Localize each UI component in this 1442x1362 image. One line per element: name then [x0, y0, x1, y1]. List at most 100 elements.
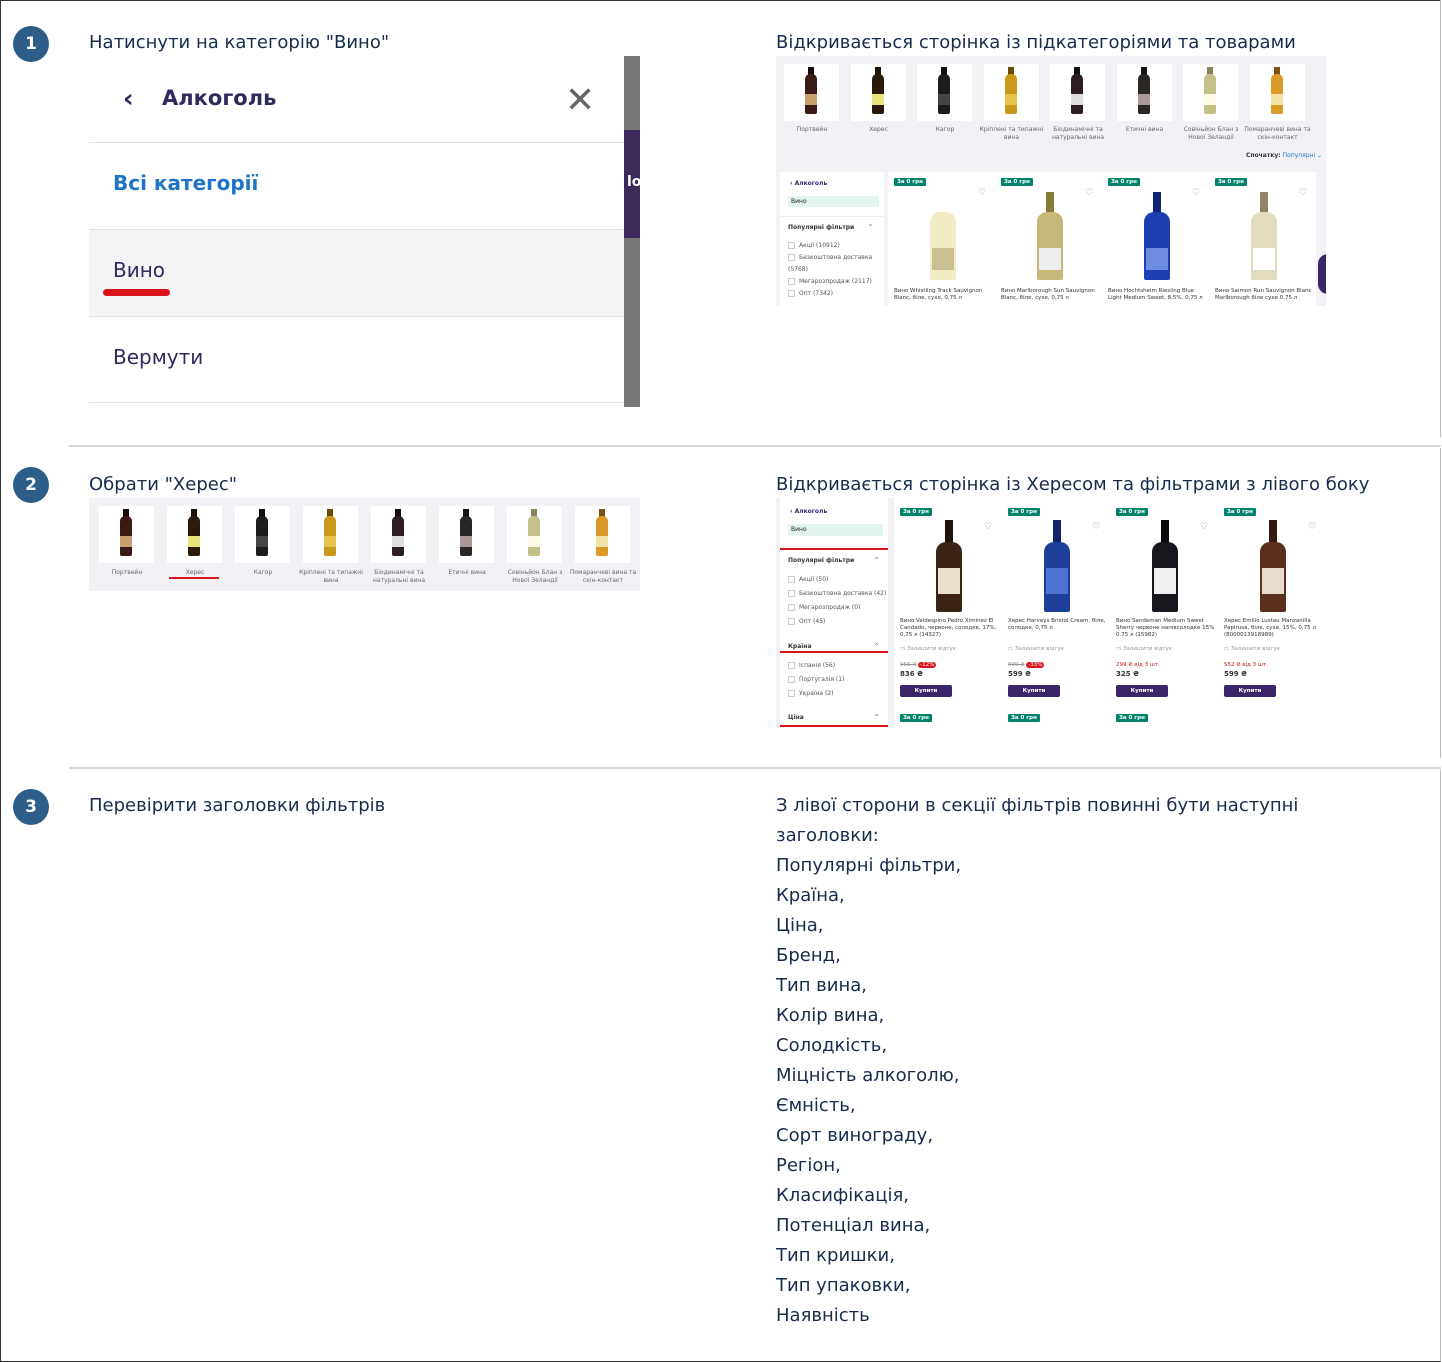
- chevron-left-icon[interactable]: ‹: [123, 84, 134, 114]
- subcategory-card[interactable]: [167, 506, 222, 563]
- filter-group-title[interactable]: Популярні фільтри: [788, 224, 854, 231]
- category-chip[interactable]: Вино: [788, 524, 883, 536]
- expected-result-line: Сорт винограду,: [776, 1125, 934, 1146]
- bottle-image: [303, 506, 358, 563]
- review-label: Залишити відгук: [1014, 646, 1065, 652]
- review-link[interactable]: ▭ Залишити відгук: [1224, 646, 1280, 653]
- heart-icon[interactable]: ♡: [1085, 188, 1093, 198]
- filter-group-title[interactable]: Популярні фільтри: [788, 557, 854, 564]
- heart-icon[interactable]: ♡: [1200, 522, 1208, 532]
- heart-icon[interactable]: ♡: [1092, 522, 1100, 532]
- heart-icon[interactable]: ♡: [1192, 188, 1200, 198]
- checkbox[interactable]: [788, 590, 795, 597]
- promo-tag: За 0 грн: [1001, 178, 1033, 186]
- subcategory-card[interactable]: [1050, 64, 1105, 121]
- product-title[interactable]: Вино Hochtsheim Riesling Blue Light Medi…: [1108, 288, 1208, 302]
- subcategory-card[interactable]: [784, 64, 839, 121]
- menu-item-all-categories[interactable]: Всі категорії: [89, 142, 625, 229]
- chevron-up-icon[interactable]: ^: [874, 714, 879, 721]
- product-title[interactable]: Вино Marlborough Sun Sauvignon Blanc, бі…: [1001, 288, 1101, 302]
- product-image[interactable]: [1044, 520, 1070, 612]
- filter-option[interactable]: Безкоштовна доставка (5768): [788, 252, 878, 276]
- step-action: Натиснути на категорію "Вино": [89, 32, 390, 53]
- review-link[interactable]: ▭ Залишити відгук: [1116, 646, 1172, 653]
- subcategory-label: Портвейн: [111, 569, 143, 576]
- product-image[interactable]: [1037, 192, 1063, 280]
- product-title[interactable]: Херес Emilio Lustau Manzanilla Papirusa,…: [1224, 618, 1324, 639]
- subcategory-card[interactable]: [235, 506, 290, 563]
- checkbox[interactable]: [788, 576, 795, 583]
- close-icon[interactable]: ✕: [565, 80, 595, 121]
- filter-option[interactable]: Опт (7342): [788, 288, 878, 300]
- expected-result-line: Класифікація,: [776, 1185, 910, 1206]
- subcategory-card[interactable]: [983, 64, 1039, 121]
- filter-option[interactable]: Акції (50): [788, 573, 886, 587]
- chevron-up-icon[interactable]: ^: [868, 224, 873, 231]
- product-title[interactable]: Вино Valdespino Pedro Ximinez El Candado…: [900, 618, 1000, 639]
- subcategory-card[interactable]: [1116, 64, 1172, 121]
- subcategory-card[interactable]: [303, 506, 358, 563]
- subcategory-card[interactable]: [507, 506, 562, 563]
- product-image[interactable]: [930, 192, 956, 280]
- checkbox[interactable]: [788, 242, 795, 249]
- menu-item-vermouth[interactable]: Вермути: [89, 316, 625, 403]
- checkbox[interactable]: [788, 604, 795, 611]
- breadcrumb[interactable]: ‹ Алкоголь: [790, 508, 827, 515]
- filter-option[interactable]: Мегарозпродаж (0): [788, 601, 886, 615]
- checkbox[interactable]: [788, 662, 795, 669]
- heart-icon[interactable]: ♡: [984, 522, 992, 532]
- heart-icon[interactable]: ♡: [978, 188, 986, 198]
- product-title[interactable]: Вино Whistling Track Sauvignon Blanc, бі…: [894, 288, 994, 302]
- filter-option[interactable]: Україна (2): [788, 687, 844, 701]
- product-image[interactable]: [1260, 520, 1286, 612]
- product-grid: За 0 грн ♡ Вино Whistling Track Sauvignon …: [888, 172, 1316, 306]
- sort-control[interactable]: Спочатку: Популярні ⌄: [1246, 152, 1322, 159]
- filter-group-title[interactable]: Ціна: [788, 714, 804, 721]
- filter-option[interactable]: Акції (10912): [788, 240, 878, 252]
- subcategory-card[interactable]: [1249, 64, 1305, 121]
- buy-button[interactable]: Купити: [1116, 685, 1168, 697]
- product-title[interactable]: Вино Saimon Run Sauvignon Blanc Marlboro…: [1215, 288, 1315, 302]
- filter-option[interactable]: Іспанія (56): [788, 659, 844, 673]
- subcategory-card[interactable]: [1183, 64, 1238, 121]
- heart-icon[interactable]: ♡: [1299, 188, 1307, 198]
- subcategory-card[interactable]: [850, 64, 906, 121]
- side-tab[interactable]: [1318, 254, 1326, 294]
- table-border: [1440, 770, 1441, 1360]
- subcategory-card[interactable]: [371, 506, 426, 563]
- product-title[interactable]: Херес Harveys Bristol Cream, біле, солод…: [1008, 618, 1108, 632]
- subcategory-card[interactable]: [917, 64, 972, 121]
- product-image[interactable]: [936, 520, 962, 612]
- subcategory-card[interactable]: [575, 506, 630, 563]
- checkbox[interactable]: [788, 676, 795, 683]
- filter-group-title[interactable]: Країна: [788, 643, 812, 650]
- product-image[interactable]: [1251, 192, 1277, 280]
- review-link[interactable]: ▭ Залишити відгук: [900, 646, 956, 653]
- category-chip[interactable]: Вино: [788, 196, 879, 207]
- breadcrumb[interactable]: ‹ Алкоголь: [790, 180, 827, 187]
- subcategory-card[interactable]: [99, 506, 154, 563]
- expected-result-line: Тип упаковки,: [776, 1275, 911, 1296]
- buy-button[interactable]: Купити: [900, 685, 952, 697]
- product-image[interactable]: [1152, 520, 1178, 612]
- checkbox[interactable]: [788, 290, 795, 297]
- chevron-up-icon[interactable]: ^: [874, 643, 879, 650]
- chevron-up-icon[interactable]: ^: [874, 557, 879, 564]
- buy-button[interactable]: Купити: [1224, 685, 1276, 697]
- checkbox[interactable]: [788, 278, 795, 285]
- expected-result-line: Регіон,: [776, 1155, 841, 1176]
- filter-option[interactable]: Мегарозпродаж (2117): [788, 276, 878, 288]
- filter-option[interactable]: Португалія (1): [788, 673, 844, 687]
- product-image[interactable]: [1144, 192, 1170, 280]
- subcategory-card[interactable]: [439, 506, 494, 563]
- filter-option[interactable]: Опт (45): [788, 615, 886, 629]
- checkbox[interactable]: [788, 618, 795, 625]
- product-title[interactable]: Вино Sandeman Medium Sweet Sherry червон…: [1116, 618, 1216, 639]
- checkbox[interactable]: [788, 254, 795, 261]
- review-link[interactable]: ▭ Залишити відгук: [1008, 646, 1064, 653]
- menu-item-wine[interactable]: Вино: [89, 229, 625, 316]
- heart-icon[interactable]: ♡: [1308, 522, 1316, 532]
- filter-option[interactable]: Безкоштовна доставка (42): [788, 587, 886, 601]
- checkbox[interactable]: [788, 690, 795, 697]
- buy-button[interactable]: Купити: [1008, 685, 1060, 697]
